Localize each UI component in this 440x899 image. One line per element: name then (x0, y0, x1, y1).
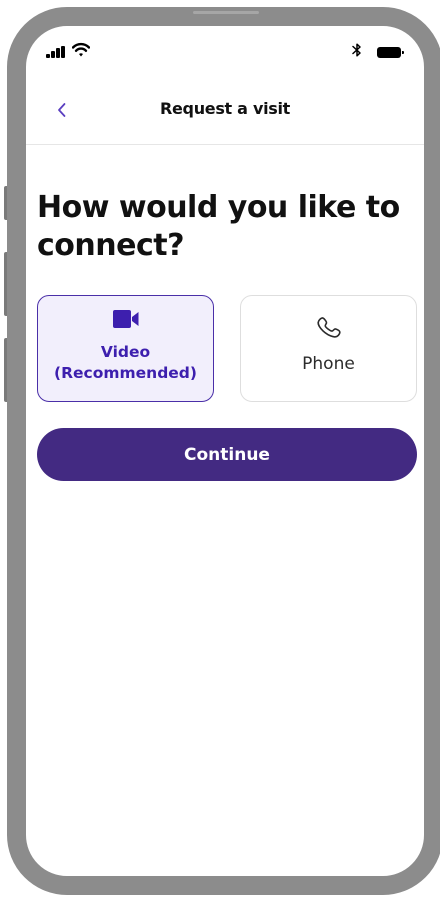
nav-bar: Request a visit (26, 86, 424, 145)
phone-option-card[interactable]: Phone (240, 295, 417, 402)
battery-icon (377, 47, 404, 58)
video-option-title: Video (100, 343, 151, 361)
video-option-label: Video (Recommended) (54, 342, 197, 384)
video-camera-icon (112, 310, 138, 328)
cellular-signal-icon (46, 46, 68, 58)
wifi-icon (72, 42, 90, 57)
speaker-grille (193, 11, 259, 14)
video-option-subtitle: (Recommended) (53, 364, 197, 382)
phone-icon (316, 317, 341, 338)
page-title: Request a visit (159, 99, 291, 118)
phone-option-label: Phone (302, 354, 355, 374)
status-bar (26, 26, 424, 76)
question-heading: How would you like to connect? (37, 190, 400, 263)
bluetooth-icon (352, 43, 361, 57)
video-option-card[interactable]: Video (Recommended) (37, 295, 214, 402)
screen: Request a visit How would you like to co… (26, 26, 424, 876)
continue-button[interactable]: Continue (37, 428, 417, 481)
